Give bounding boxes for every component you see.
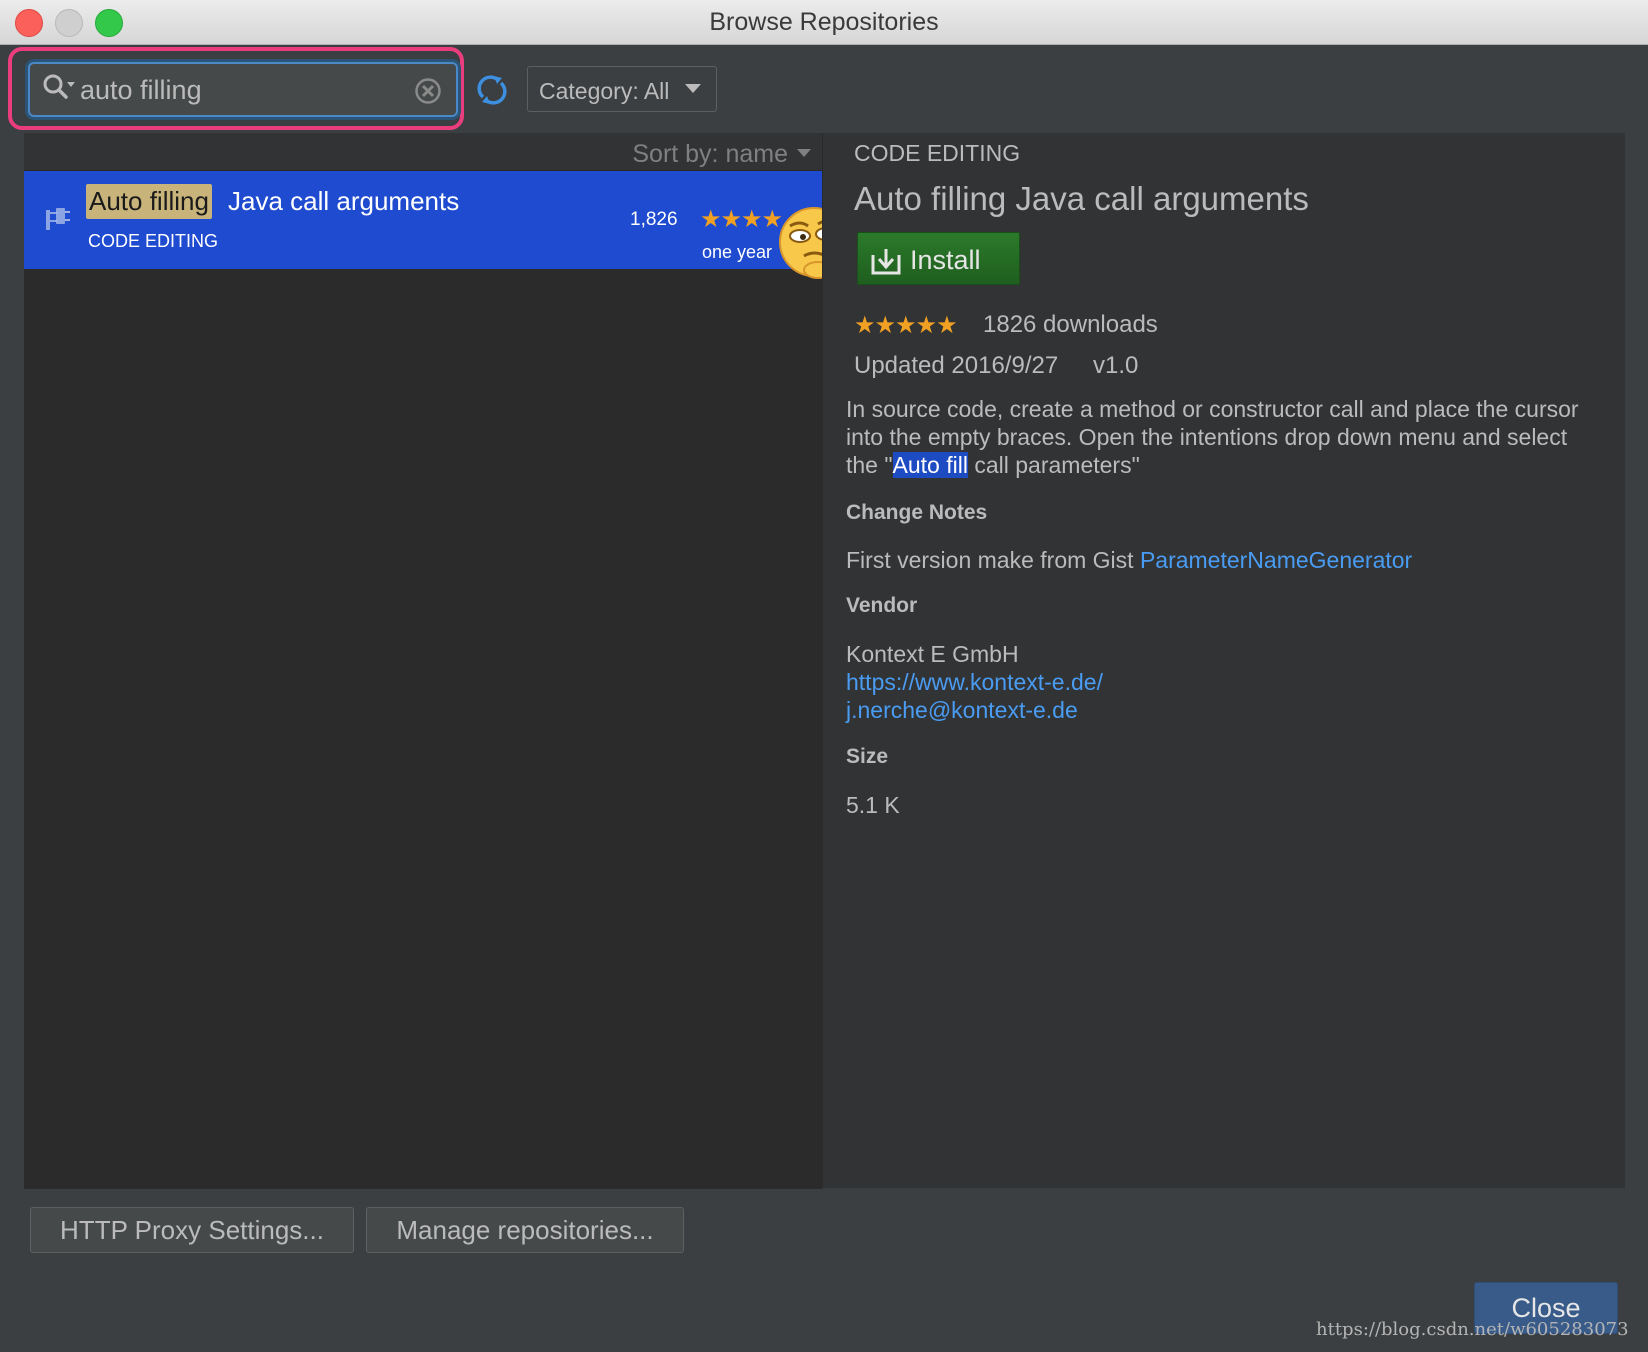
size-value: 5.1 K (846, 792, 900, 818)
list-item-downloads: 1,826 (630, 209, 678, 230)
sort-dropdown[interactable]: Sort by: name (24, 140, 788, 169)
window-title: Browse Repositories (709, 8, 939, 36)
category-label: Category: All (539, 78, 670, 104)
size-heading: Size (846, 745, 889, 768)
details-version: v1.0 (1093, 352, 1139, 379)
details-rating: ★★★★★ (854, 312, 958, 339)
http-proxy-settings-button[interactable]: HTTP Proxy Settings... (30, 1207, 354, 1253)
list-item-title: Java call arguments (228, 186, 460, 216)
list-item-updated: one year (702, 242, 773, 262)
list-item-category: CODE EDITING (88, 231, 219, 251)
download-icon[interactable] (870, 247, 902, 275)
watermark: https://blog.csdn.net/w605283073 (1316, 1319, 1629, 1340)
details-title: Auto filling Java call arguments (854, 180, 1309, 217)
details-updated: Updated 2016/9/27 (854, 352, 1059, 379)
change-notes-link[interactable]: ParameterNameGenerator (1140, 547, 1412, 573)
clear-icon[interactable] (414, 77, 442, 105)
details-description: In source code, create a method or const… (846, 395, 1596, 479)
manage-repositories-button[interactable]: Manage repositories... (366, 1207, 684, 1253)
details-downloads: 1826 downloads (983, 311, 1158, 338)
change-notes-heading: Change Notes (846, 501, 988, 524)
search-input[interactable] (80, 72, 400, 108)
details-category: CODE EDITING (854, 140, 1021, 166)
description-text-end: call parameters" (967, 452, 1140, 478)
sort-chevron-down-icon[interactable] (797, 149, 811, 157)
plugin-icon (46, 208, 70, 230)
install-button-label[interactable]: Install (910, 245, 981, 276)
list-item-title-match: Auto filling (86, 184, 212, 219)
vendor-url-link[interactable]: https://www.kontext-e.de/ (846, 669, 1103, 696)
search-icon[interactable] (42, 73, 78, 105)
change-notes: First version make from Gist ParameterNa… (846, 547, 1412, 574)
vendor-email-link[interactable]: j.nerche@kontext-e.de (846, 697, 1078, 724)
change-notes-text: First version make from Gist (846, 547, 1140, 573)
refresh-icon[interactable] (474, 72, 510, 108)
list-item-rating: ★★★★ (700, 206, 783, 233)
description-highlight: Auto fill (892, 452, 968, 478)
vendor-name: Kontext E GmbH (846, 641, 1019, 667)
vendor-heading: Vendor (846, 594, 918, 617)
chevron-down-icon (685, 84, 701, 93)
plugin-list (24, 133, 822, 1189)
